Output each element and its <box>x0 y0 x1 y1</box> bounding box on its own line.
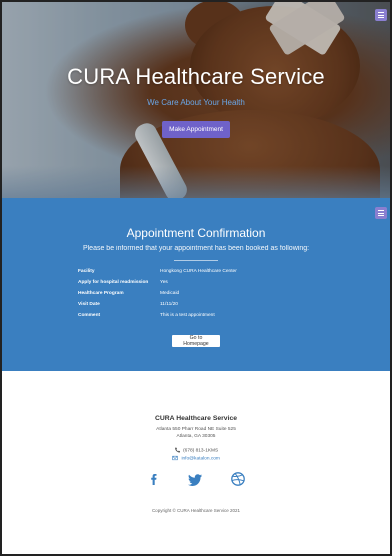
twitter-icon[interactable] <box>188 471 204 487</box>
detail-row-visit-date: Visit Date 11/11/20 <box>78 302 318 308</box>
footer-email[interactable]: info@katalon.com <box>0 455 392 461</box>
email-icon <box>172 455 178 461</box>
phone-icon <box>174 447 180 453</box>
detail-label: Visit Date <box>78 302 100 307</box>
confirmation-subtitle: Please be informed that your appointment… <box>82 245 310 252</box>
footer-copyright: Copyright © CURA Healthcare Service 2021 <box>151 508 241 513</box>
detail-label: Comment <box>78 313 101 318</box>
footer-phone: (678) 813-1KMS <box>0 447 392 453</box>
detail-value: Yes <box>160 280 168 285</box>
detail-value: Medicaid <box>160 291 180 296</box>
footer-address-line2: Atlanta, GA 30305 <box>176 434 216 439</box>
appointment-details: Facility Hongkong CURA Healthcare Center… <box>78 269 318 324</box>
footer-title: CURA Healthcare Service <box>154 415 238 422</box>
detail-label: Facility <box>78 269 95 274</box>
go-to-homepage-button[interactable]: Go to Homepage <box>172 335 220 347</box>
footer-phone-text: (678) 813-1KMS <box>183 448 219 454</box>
detail-row-program: Healthcare Program Medicaid <box>78 291 318 297</box>
facebook-icon[interactable] <box>146 471 162 487</box>
detail-label: Healthcare Program <box>78 291 124 296</box>
detail-value: Hongkong CURA Healthcare Center <box>160 269 237 274</box>
confirmation-divider <box>174 260 218 261</box>
footer-address-line1: Atlanta 550 Pharr Road NE Suite 525 <box>156 427 236 432</box>
detail-row-facility: Facility Hongkong CURA Healthcare Center <box>78 269 318 275</box>
footer-email-link[interactable]: info@katalon.com <box>181 456 219 461</box>
make-appointment-button[interactable]: Make Appointment <box>162 121 230 138</box>
hero-subtitle: We Care About Your Health <box>147 98 245 107</box>
footer-social-links <box>0 471 392 487</box>
hero-title: CURA Healthcare Service <box>67 64 325 89</box>
hamburger-menu-icon[interactable] <box>375 9 387 21</box>
detail-row-comment: Comment This is a test appointment <box>78 313 318 319</box>
hero-banner: CURA Healthcare Service We Care About Yo… <box>0 0 392 198</box>
dribbble-icon[interactable] <box>230 471 246 487</box>
detail-row-readmission: Apply for hospital readmission Yes <box>78 280 318 286</box>
confirmation-title: Appointment Confirmation <box>126 226 266 240</box>
detail-value: This is a test appointment <box>160 313 215 318</box>
footer: CURA Healthcare Service Atlanta 550 Phar… <box>0 371 392 556</box>
appointment-confirmation-section: Appointment Confirmation Please be infor… <box>0 198 392 371</box>
detail-value: 11/11/20 <box>160 302 178 307</box>
hamburger-menu-icon[interactable] <box>375 207 387 219</box>
detail-label: Apply for hospital readmission <box>78 280 149 285</box>
